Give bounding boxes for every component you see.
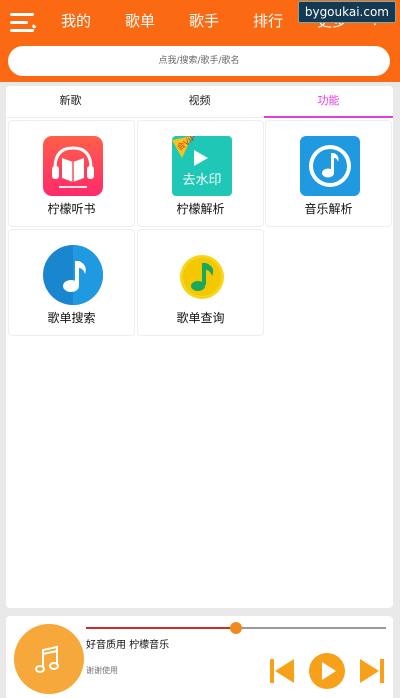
tile-music-parse[interactable]: 音乐解析 (265, 120, 392, 227)
play-icon[interactable] (308, 652, 346, 690)
qq-music-icon (180, 255, 224, 299)
tile-label: 歌单查询 (176, 311, 225, 325)
music-note-icon (300, 136, 360, 196)
tile-label: 歌单搜索 (47, 311, 96, 325)
tab-videos[interactable]: 视频 (135, 86, 264, 117)
watermark: bygoukai.com (297, 1, 396, 23)
tab-bar: 新歌 视频 功能 (6, 86, 393, 118)
song-subtitle: 谢谢使用 (86, 666, 118, 675)
tab-functions[interactable]: 功能 (264, 86, 393, 118)
tile-lemon-parse[interactable]: 会VIP 去水印 柠檬解析 (137, 120, 264, 227)
vip-remove-watermark-icon: 会VIP 去水印 (172, 136, 232, 196)
previous-icon[interactable] (266, 655, 298, 687)
progress-track[interactable] (86, 622, 386, 634)
nav-item-playlists[interactable]: 歌单 (108, 10, 172, 32)
tile-label: 柠檬解析 (176, 202, 225, 216)
player-bar: 好音质用 柠檬音乐 谢谢使用 (6, 616, 393, 698)
progress-fill (86, 627, 236, 629)
nav-item-charts[interactable]: 排行 (236, 10, 300, 32)
album-cover[interactable] (14, 624, 84, 694)
music-note-icon (43, 245, 103, 305)
content-panel: 新歌 视频 功能 柠檬听书 会VIP 去水印 柠檬解析 音乐解析 歌单搜索 歌单… (6, 86, 393, 608)
tile-label: 音乐解析 (304, 202, 353, 216)
tab-new-songs[interactable]: 新歌 (6, 86, 135, 117)
watermark-badge-text: 去水印 (182, 173, 221, 188)
menu-icon[interactable] (10, 10, 38, 36)
nav-item-mine[interactable]: 我的 (44, 10, 108, 32)
song-title: 好音质用 柠檬音乐 (86, 640, 170, 651)
tile-label: 柠檬听书 (47, 202, 96, 216)
tile-playlist-search[interactable]: 歌单搜索 (8, 229, 135, 336)
top-bar: 我的 歌单 歌手 排行 更多 ⋮ bygoukai.com 点我/搜索/歌手/歌… (0, 0, 400, 82)
search-input[interactable]: 点我/搜索/歌手/歌名 (8, 46, 390, 76)
headphones-book-icon (43, 136, 103, 196)
next-icon[interactable] (356, 655, 388, 687)
tile-audiobook[interactable]: 柠檬听书 (8, 120, 135, 227)
music-notes-icon (35, 645, 59, 673)
nav-item-singers[interactable]: 歌手 (172, 10, 236, 32)
tile-playlist-query[interactable]: 歌单查询 (137, 229, 264, 336)
progress-handle[interactable] (230, 622, 242, 634)
